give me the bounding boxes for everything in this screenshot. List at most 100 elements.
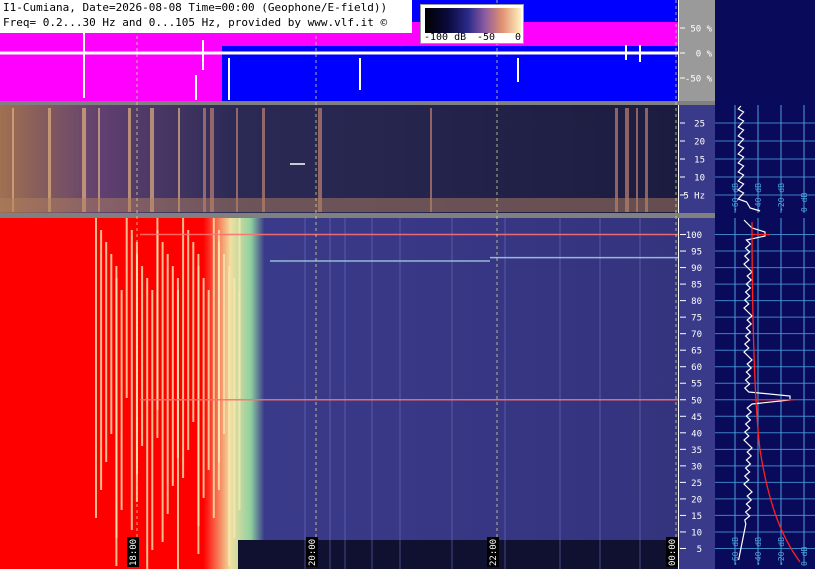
panel-separator-2 <box>0 213 715 218</box>
amplitude-tick-label: 0 % <box>696 50 713 60</box>
colorbar-label-mid: -50 <box>477 32 496 43</box>
high-tick-label: 20 <box>691 495 702 505</box>
low-tick-label: 5 Hz <box>683 192 705 202</box>
high-tick-label: 65 <box>691 347 702 357</box>
high-streak <box>161 242 164 542</box>
time-label: 18:00 <box>129 539 139 566</box>
low-streak <box>203 108 206 212</box>
high-streak <box>156 230 159 410</box>
low-streak <box>430 108 432 212</box>
chart-title: I1-Cumiana, Date=2026-08-08 Time=00:00 (… <box>3 1 388 14</box>
high-tick-label: 30 <box>691 462 702 472</box>
high-streak <box>228 266 231 566</box>
colorbar-label-max: 0 <box>515 32 522 43</box>
low-streak <box>98 108 100 212</box>
low-streak <box>82 108 86 212</box>
low-streak <box>150 108 154 212</box>
high-streak <box>115 278 118 538</box>
time-label: 00:00 <box>668 539 678 566</box>
spectrum-tick-label-low: -40 dB <box>754 183 763 212</box>
time-label: 22:00 <box>489 539 499 566</box>
spectrum-tick-label-low: 0 dB <box>800 193 809 212</box>
high-tick-label: 15 <box>691 512 702 522</box>
vlf-monitor-chart: 50 %0 %-50 % 252015105 Hz 10095908580757… <box>0 0 815 569</box>
high-streak <box>110 254 113 434</box>
high-streak <box>192 242 195 422</box>
spectrum-tick-label: -20 dB <box>777 537 786 566</box>
low-tick-label: 25 <box>694 120 705 130</box>
high-tick-label: 35 <box>691 446 702 456</box>
colorbar: -100 dB -50 0 <box>420 4 524 44</box>
low-streak <box>636 108 638 212</box>
spectrum-tick-label: -40 dB <box>754 537 763 566</box>
high-spectrogram-floor <box>238 540 678 569</box>
low-streak <box>48 108 51 212</box>
high-streak <box>207 290 210 470</box>
high-streak <box>105 242 108 462</box>
spectrum-tick-label: -60 dB <box>731 537 740 566</box>
high-streak <box>197 266 200 526</box>
high-streak <box>212 218 215 518</box>
amplitude-tick-label: -50 % <box>685 75 713 85</box>
low-streak <box>178 108 180 212</box>
spectrum-tick-label-low: -60 dB <box>731 183 740 212</box>
high-tick-label: 85 <box>691 281 702 291</box>
low-streak <box>12 108 14 212</box>
colorbar-label-min: -100 dB <box>424 32 467 43</box>
high-streak <box>125 218 128 398</box>
low-streak <box>210 108 214 212</box>
high-tick-label: 90 <box>691 264 702 274</box>
high-streak <box>223 254 226 434</box>
high-tick-label: 70 <box>691 330 702 340</box>
high-streak <box>95 218 97 518</box>
amplitude-tick-label: 50 % <box>690 25 712 35</box>
spectrum-tick-label: 0 dB <box>800 547 809 566</box>
spectrum-tick-label-low: -20 dB <box>777 183 786 212</box>
high-tick-label: 25 <box>691 479 702 489</box>
high-tick-label: 10 <box>691 528 702 538</box>
low-spectrogram-panel <box>0 105 678 213</box>
low-streak <box>645 108 648 212</box>
high-streak <box>202 278 205 498</box>
high-streak <box>187 230 190 450</box>
high-streak <box>141 266 144 446</box>
low-streak <box>318 108 322 212</box>
low-tick-label: 15 <box>694 156 705 166</box>
vlf-monitor-page: 50 % 0 % -50 % 25 20 15 10 5 Hz 100 95 90 85 80 75 7… <box>0 0 815 569</box>
high-tick-label: 40 <box>691 429 702 439</box>
high-tick-label: 50 <box>691 396 702 406</box>
high-streak <box>166 254 169 514</box>
low-streak <box>236 108 238 212</box>
high-tick-label: 45 <box>691 413 702 423</box>
panel-separator-1 <box>0 101 715 105</box>
high-streak <box>233 278 236 538</box>
high-tick-label: 95 <box>691 248 702 258</box>
high-tick-label: 55 <box>691 380 702 390</box>
low-tick-label: 20 <box>694 138 705 148</box>
high-tick-label: 75 <box>691 314 702 324</box>
low-streak <box>128 108 131 212</box>
high-streak <box>120 290 123 510</box>
low-tick-label: 10 <box>694 174 705 184</box>
low-streak <box>625 108 629 212</box>
colorbar-gradient <box>425 8 521 33</box>
time-label: 20:00 <box>308 539 318 566</box>
low-streak <box>262 108 265 212</box>
chart-subtitle: Freq= 0.2...30 Hz and 0...105 Hz, provid… <box>3 16 388 29</box>
high-tick-label: 5 <box>697 545 702 555</box>
high-streak <box>146 278 149 569</box>
high-streak <box>177 290 179 569</box>
high-streak <box>238 218 241 398</box>
high-streak <box>182 218 185 478</box>
high-tick-label: 80 <box>691 297 702 307</box>
chart-header: I1-Cumiana, Date=2026-08-08 Time=00:00 (… <box>0 0 412 33</box>
high-tick-label: 60 <box>691 363 702 373</box>
high-tick-label: 100 <box>686 231 702 241</box>
high-streak <box>218 242 220 462</box>
low-band <box>0 198 678 212</box>
high-streak <box>151 290 154 550</box>
low-streak <box>615 108 618 212</box>
high-streak <box>130 230 133 530</box>
high-streak <box>171 266 174 486</box>
high-streak <box>100 230 103 490</box>
